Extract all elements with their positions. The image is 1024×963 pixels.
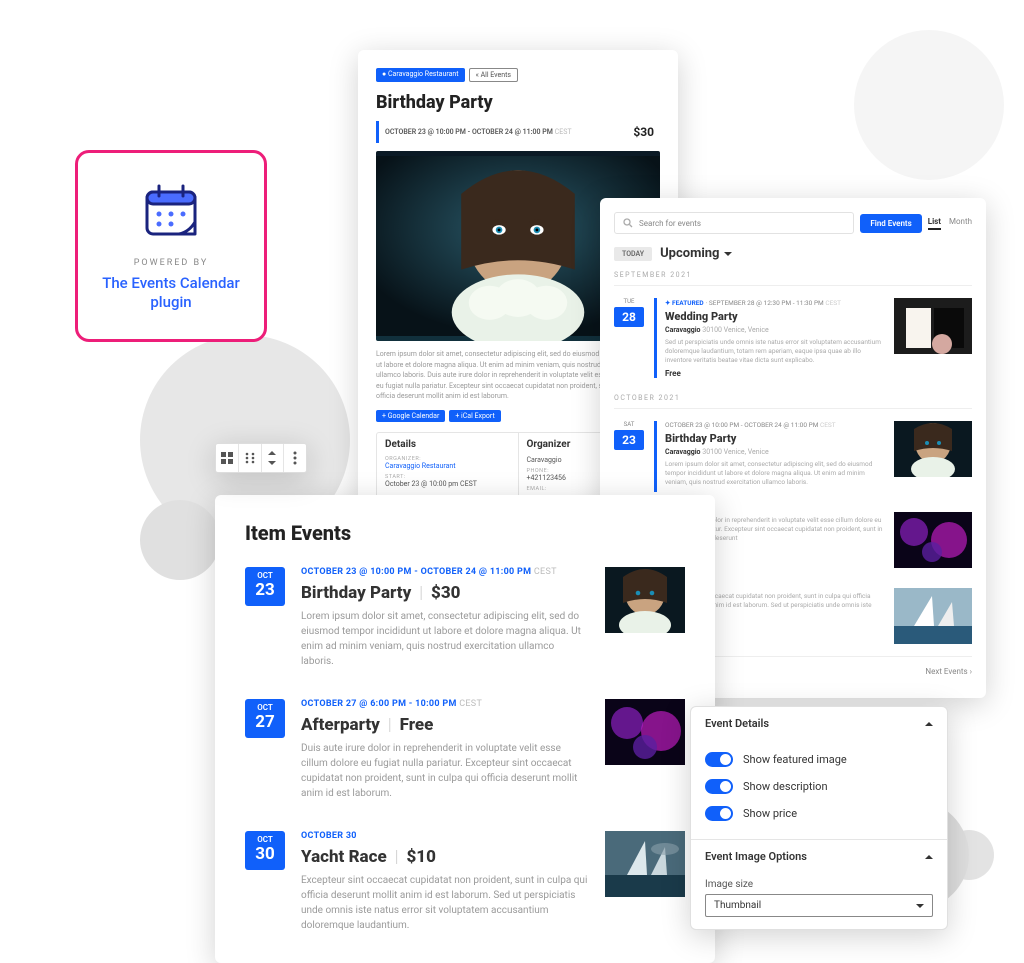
- section-title: Item Events: [245, 521, 685, 545]
- event-thumbnail: [605, 699, 685, 765]
- event-thumbnail: [605, 831, 685, 897]
- show-price-toggle[interactable]: [705, 806, 733, 821]
- item-events-panel: Item Events OCT23 OCTOBER 23 @ 10:00 PM …: [215, 495, 715, 963]
- featured-badge: ✦ FEATURED: [665, 299, 704, 307]
- event-list-item[interactable]: SAT23 OCTOBER 23 @ 10:00 PM - OCTOBER 24…: [614, 411, 972, 501]
- chevron-down-icon: [724, 252, 732, 256]
- month-view-tab[interactable]: Month: [949, 217, 972, 230]
- event-price: $30: [633, 125, 654, 139]
- show-description-toggle[interactable]: [705, 779, 733, 794]
- chevron-down-icon: [916, 904, 924, 908]
- image-size-select[interactable]: Thumbnail: [705, 894, 933, 917]
- organizer-link[interactable]: Caravaggio Restaurant: [385, 462, 510, 470]
- venue-tag[interactable]: ● Caravaggio Restaurant: [376, 68, 465, 82]
- plugin-badge: POWERED BY The Events Calendar plugin: [75, 150, 267, 342]
- item-event-row[interactable]: OCT30 OCTOBER 30 Yacht Race|$10 Excepteu…: [245, 831, 685, 933]
- event-thumbnail: [605, 567, 685, 633]
- search-icon: [623, 218, 633, 228]
- event-thumbnail: [894, 512, 972, 568]
- event-list-item[interactable]: TUE28 ✦ FEATURED · SEPTEMBER 28 @ 12:30 …: [614, 288, 972, 388]
- item-event-row[interactable]: OCT27 OCTOBER 27 @ 6:00 PM - 10:00 PM CE…: [245, 699, 685, 801]
- today-button[interactable]: TODAY: [614, 247, 652, 261]
- event-thumbnail: [894, 588, 972, 644]
- event-details-section-toggle[interactable]: Event Details: [691, 707, 947, 740]
- drag-handle-icon[interactable]: [238, 444, 261, 472]
- settings-panel: Event Details Show featured image Show d…: [690, 706, 948, 930]
- list-view-tab[interactable]: List: [928, 217, 941, 230]
- find-events-button[interactable]: Find Events: [860, 214, 921, 233]
- move-updown-icon[interactable]: [261, 444, 284, 472]
- more-options-icon[interactable]: [283, 444, 306, 472]
- google-calendar-button[interactable]: + Google Calendar: [376, 410, 445, 422]
- event-thumbnail: [894, 298, 972, 354]
- details-heading: Details: [385, 439, 510, 450]
- chevron-up-icon: [925, 855, 933, 859]
- calendar-icon: [139, 180, 203, 244]
- plugin-name-link[interactable]: The Events Calendar plugin: [78, 274, 264, 313]
- chevron-up-icon: [925, 722, 933, 726]
- ical-export-button[interactable]: + iCal Export: [449, 410, 500, 422]
- image-options-section-toggle[interactable]: Event Image Options: [691, 840, 947, 873]
- event-title: Birthday Party: [376, 92, 660, 113]
- show-featured-image-toggle[interactable]: [705, 752, 733, 767]
- all-events-link[interactable]: « All Events: [469, 68, 518, 82]
- grid-icon[interactable]: [216, 444, 238, 472]
- search-input[interactable]: Search for events: [614, 212, 854, 234]
- powered-by-label: POWERED BY: [134, 258, 209, 268]
- event-thumbnail: [894, 421, 972, 477]
- block-toolbar: [215, 443, 307, 473]
- item-event-row[interactable]: OCT23 OCTOBER 23 @ 10:00 PM - OCTOBER 24…: [245, 567, 685, 669]
- next-events-link[interactable]: Next Events ›: [925, 667, 972, 676]
- event-date-range: OCTOBER 23 @ 10:00 PM - OCTOBER 24 @ 11:…: [385, 128, 553, 136]
- upcoming-dropdown[interactable]: Upcoming: [660, 246, 731, 261]
